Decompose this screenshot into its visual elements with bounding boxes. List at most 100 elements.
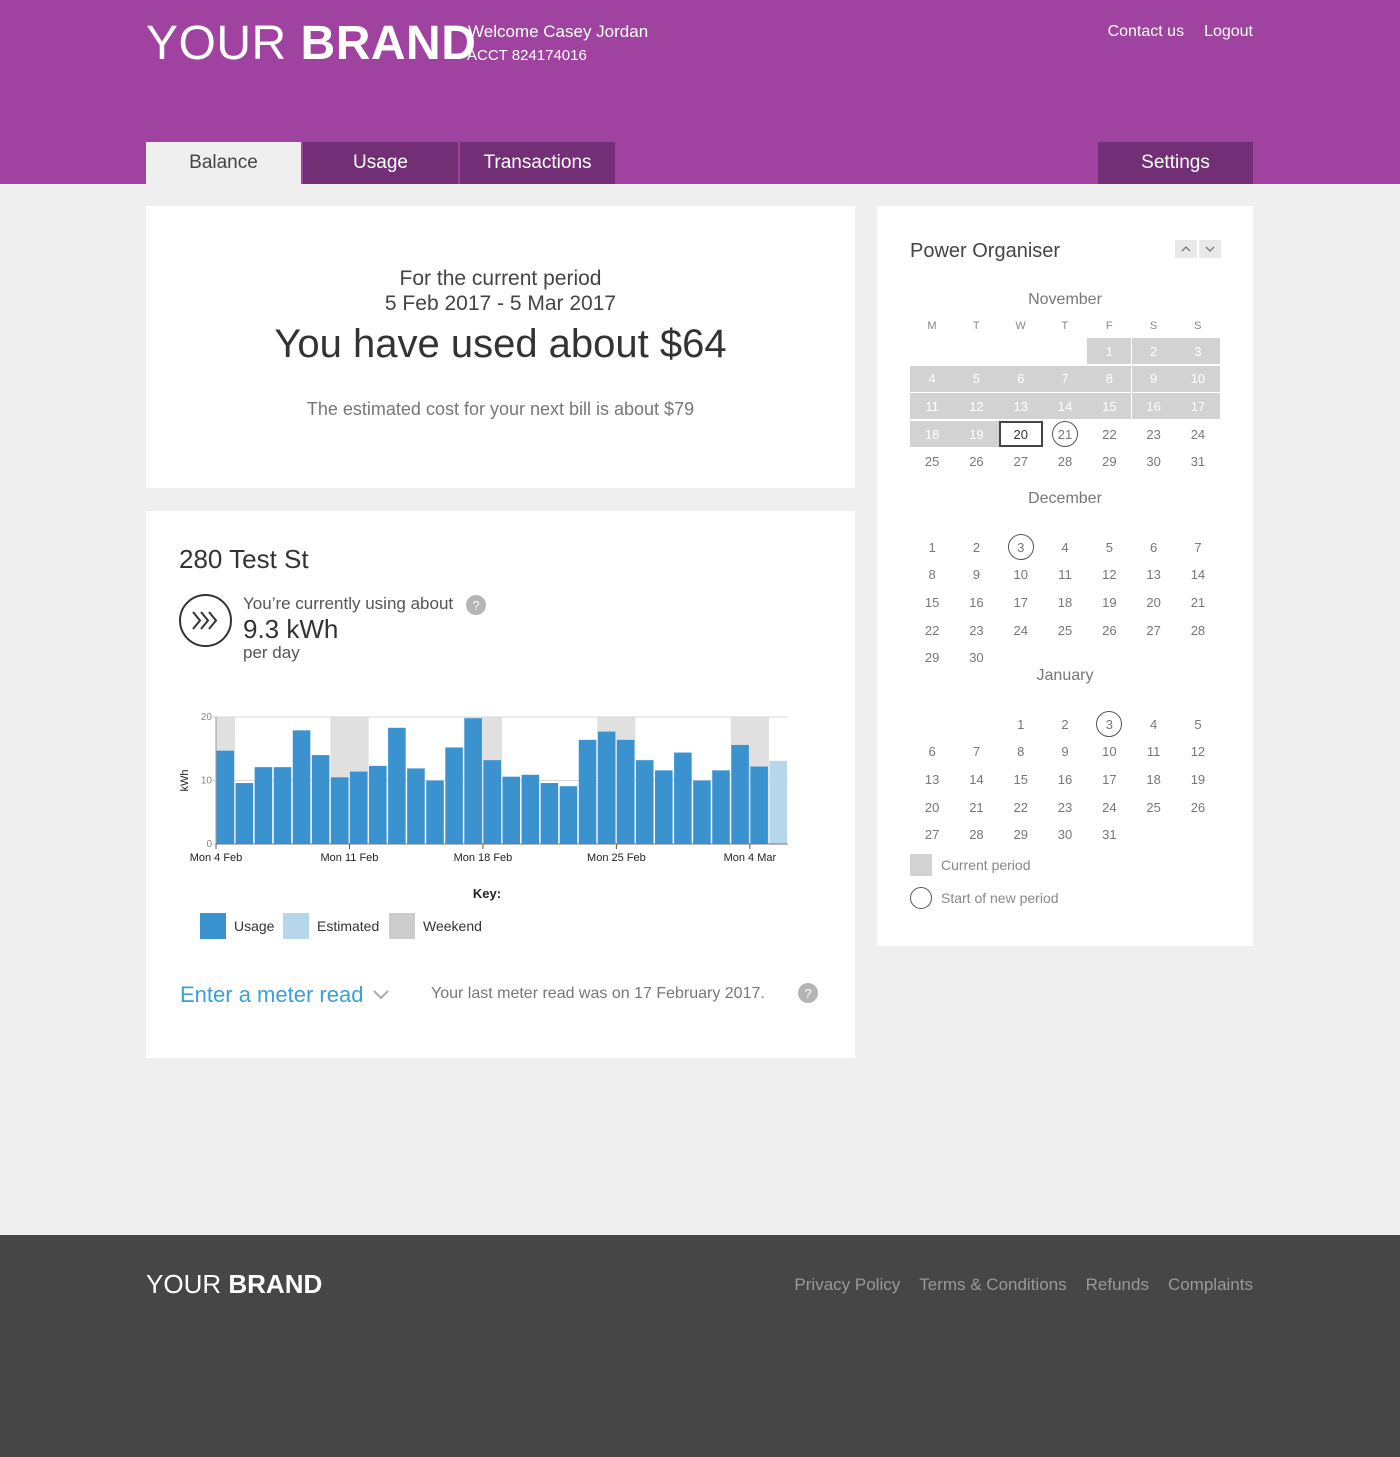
calendar-day[interactable]: 31 [1176, 449, 1220, 475]
calendar-day[interactable]: 8 [999, 739, 1043, 765]
calendar-day[interactable]: 12 [1176, 739, 1220, 765]
calendar-day[interactable]: 25 [1132, 794, 1176, 820]
calendar-day[interactable]: 17 [1087, 766, 1131, 792]
calendar-day[interactable]: 3 [999, 534, 1043, 560]
calendar-day[interactable]: 22 [1087, 421, 1131, 447]
calendar-day[interactable]: 14 [1042, 393, 1088, 420]
calendar-day[interactable]: 9 [954, 562, 998, 588]
calendar-day[interactable]: 20 [998, 421, 1043, 448]
calendar-day[interactable]: 29 [1087, 449, 1131, 475]
tab-settings[interactable]: Settings [1098, 142, 1253, 184]
calendar-day[interactable]: 20 [910, 794, 954, 820]
calendar-day[interactable]: 16 [1131, 393, 1176, 420]
calendar-day[interactable]: 4 [1132, 711, 1176, 737]
calendar-day[interactable]: 7 [1176, 534, 1220, 560]
calendar-day[interactable]: 6 [998, 365, 1043, 392]
calendar-day[interactable]: 28 [1043, 449, 1087, 475]
privacy-policy-link[interactable]: Privacy Policy [794, 1275, 900, 1295]
calendar-day[interactable]: 22 [999, 794, 1043, 820]
calendar-day[interactable]: 11 [910, 393, 955, 420]
calendar-day[interactable]: 19 [1087, 589, 1131, 615]
calendar-day[interactable]: 18 [1132, 766, 1176, 792]
help-icon[interactable]: ? [466, 595, 486, 615]
refunds-link[interactable]: Refunds [1086, 1275, 1149, 1295]
calendar-day[interactable]: 28 [1176, 617, 1220, 643]
calendar-day[interactable]: 7 [954, 739, 998, 765]
contact-us-link[interactable]: Contact us [1108, 23, 1184, 41]
calendar-day[interactable]: 1 [999, 711, 1043, 737]
calendar-day[interactable]: 29 [999, 822, 1043, 848]
calendar-day[interactable]: 6 [1132, 534, 1176, 560]
calendar-day[interactable]: 13 [910, 766, 954, 792]
calendar-day[interactable]: 23 [1043, 794, 1087, 820]
calendar-day[interactable]: 21 [1176, 589, 1220, 615]
calendar-day[interactable]: 2 [954, 534, 998, 560]
calendar-day[interactable]: 25 [910, 449, 954, 475]
calendar-day[interactable]: 10 [1087, 739, 1131, 765]
complaints-link[interactable]: Complaints [1168, 1275, 1253, 1295]
calendar-day[interactable]: 14 [1176, 562, 1220, 588]
calendar-day[interactable]: 19 [1176, 766, 1220, 792]
calendar-day[interactable]: 25 [1043, 617, 1087, 643]
footer-brand-logo[interactable]: YOUR BRAND [146, 1269, 322, 1300]
calendar-day[interactable]: 4 [1043, 534, 1087, 560]
tab-usage[interactable]: Usage [303, 142, 458, 184]
calendar-day[interactable]: 26 [1087, 617, 1131, 643]
calendar-day[interactable]: 15 [1087, 393, 1132, 420]
calendar-day[interactable]: 24 [1087, 794, 1131, 820]
calendar-day[interactable]: 11 [1132, 739, 1176, 765]
calendar-day[interactable]: 6 [910, 739, 954, 765]
calendar-day[interactable]: 5 [1087, 534, 1131, 560]
calendar-day[interactable]: 5 [954, 365, 999, 392]
calendar-day[interactable]: 28 [954, 822, 998, 848]
enter-meter-read-link[interactable]: Enter a meter read [180, 982, 390, 1008]
calendar-day[interactable]: 27 [1132, 617, 1176, 643]
calendar-day[interactable]: 23 [1132, 421, 1176, 447]
calendar-day[interactable]: 21 [1043, 421, 1087, 448]
calendar-day[interactable]: 8 [910, 562, 954, 588]
calendar-day[interactable]: 13 [998, 393, 1043, 420]
calendar-day[interactable]: 8 [1087, 365, 1132, 392]
calendar-day[interactable]: 15 [999, 766, 1043, 792]
scroll-up-button[interactable] [1175, 240, 1197, 258]
calendar-day[interactable]: 16 [1043, 766, 1087, 792]
calendar-day[interactable]: 18 [1043, 589, 1087, 615]
tab-balance[interactable]: Balance [146, 142, 301, 184]
scroll-down-button[interactable] [1199, 240, 1221, 258]
calendar-day[interactable]: 30 [1043, 822, 1087, 848]
calendar-day[interactable]: 4 [910, 365, 955, 392]
calendar-day[interactable]: 12 [954, 393, 999, 420]
calendar-day[interactable]: 24 [999, 617, 1043, 643]
calendar-day[interactable]: 30 [1132, 449, 1176, 475]
calendar-day[interactable]: 17 [1175, 393, 1221, 420]
calendar-day[interactable]: 1 [910, 534, 954, 560]
calendar-day[interactable]: 17 [999, 589, 1043, 615]
calendar-day[interactable]: 24 [1176, 421, 1220, 447]
calendar-day[interactable]: 11 [1043, 562, 1087, 588]
calendar-day[interactable]: 12 [1087, 562, 1131, 588]
calendar-day[interactable]: 19 [954, 421, 999, 448]
meter-help-icon[interactable]: ? [798, 983, 818, 1003]
calendar-day[interactable]: 22 [910, 617, 954, 643]
calendar-day[interactable]: 18 [910, 421, 955, 448]
logout-link[interactable]: Logout [1204, 23, 1253, 41]
calendar-day[interactable]: 9 [1043, 739, 1087, 765]
calendar-day[interactable]: 7 [1042, 365, 1088, 392]
tab-transactions[interactable]: Transactions [460, 142, 615, 184]
calendar-day[interactable]: 26 [954, 449, 998, 475]
terms-link[interactable]: Terms & Conditions [919, 1275, 1066, 1295]
calendar-day[interactable]: 20 [1132, 589, 1176, 615]
calendar-day[interactable]: 1 [1087, 338, 1132, 364]
calendar-day[interactable]: 16 [954, 589, 998, 615]
calendar-day[interactable]: 10 [999, 562, 1043, 588]
calendar-day[interactable]: 15 [910, 589, 954, 615]
calendar-day[interactable]: 27 [910, 822, 954, 848]
calendar-day[interactable]: 10 [1175, 365, 1221, 392]
calendar-day[interactable]: 23 [954, 617, 998, 643]
calendar-day[interactable]: 5 [1176, 711, 1220, 737]
calendar-day[interactable]: 31 [1087, 822, 1131, 848]
calendar-day[interactable]: 2 [1131, 338, 1176, 364]
calendar-day[interactable]: 2 [1043, 711, 1087, 737]
calendar-day[interactable]: 21 [954, 794, 998, 820]
calendar-day[interactable]: 14 [954, 766, 998, 792]
